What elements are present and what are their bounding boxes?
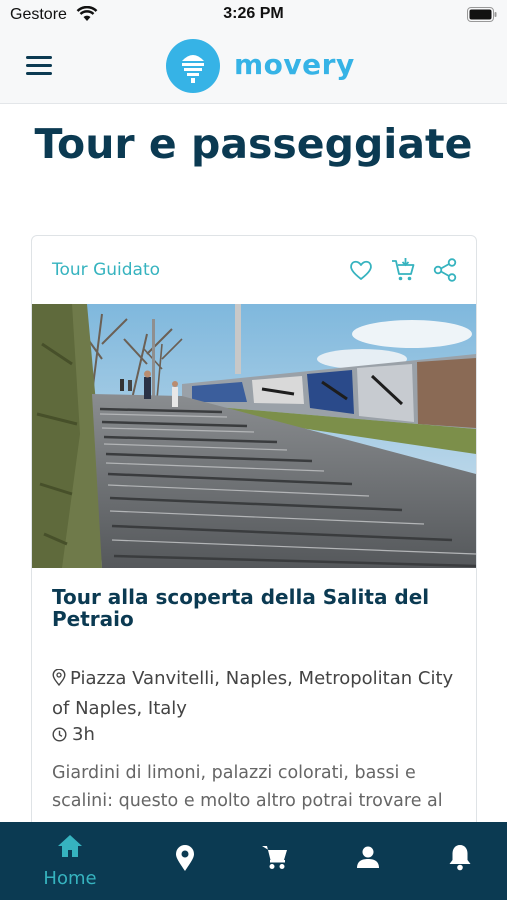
- tour-card[interactable]: Tour Guidato Tour alla scoperta della Sa…: [31, 235, 477, 900]
- map-pin-icon: [176, 845, 194, 871]
- tour-duration: 3h: [52, 724, 95, 745]
- nav-home-label: Home: [43, 868, 97, 889]
- hamburger-menu-icon[interactable]: [26, 56, 52, 78]
- cart-icon: [262, 846, 287, 869]
- nav-profile[interactable]: [343, 822, 393, 900]
- nav-map[interactable]: [160, 822, 210, 900]
- home-icon: [58, 835, 82, 857]
- movery-logo-icon: [166, 39, 220, 93]
- heart-icon[interactable]: [348, 257, 374, 283]
- nav-home[interactable]: Home: [25, 822, 115, 900]
- tour-location: Piazza Vanvitelli, Naples, Metropolitan …: [52, 664, 462, 724]
- status-time: 3:26 PM: [223, 5, 284, 22]
- nav-notifications[interactable]: [435, 822, 485, 900]
- clock-icon: [52, 727, 67, 742]
- battery-icon: [467, 7, 497, 22]
- nav-cart[interactable]: [250, 822, 300, 900]
- location-pin-icon: [52, 669, 66, 686]
- share-icon[interactable]: [432, 257, 458, 283]
- card-category-label[interactable]: Tour Guidato: [52, 260, 160, 280]
- app-header: movery: [0, 30, 507, 104]
- status-bar: Gestore 3:26 PM: [0, 0, 507, 30]
- tour-photo[interactable]: [32, 304, 476, 568]
- cart-add-icon[interactable]: [390, 257, 416, 283]
- page-title: Tour e passeggiate: [34, 120, 473, 168]
- tour-location-text: Piazza Vanvitelli, Naples, Metropolitan …: [52, 668, 454, 719]
- tour-description: Giardini di limoni, palazzi colorati, ba…: [52, 763, 443, 811]
- tour-duration-text: 3h: [72, 724, 95, 745]
- bell-icon: [449, 845, 471, 871]
- bottom-nav: Home: [0, 822, 507, 900]
- card-header: Tour Guidato: [32, 236, 476, 304]
- brand-name: movery: [234, 48, 355, 81]
- user-icon: [357, 846, 379, 868]
- tour-title[interactable]: Tour alla scoperta della Salita del Petr…: [52, 586, 462, 630]
